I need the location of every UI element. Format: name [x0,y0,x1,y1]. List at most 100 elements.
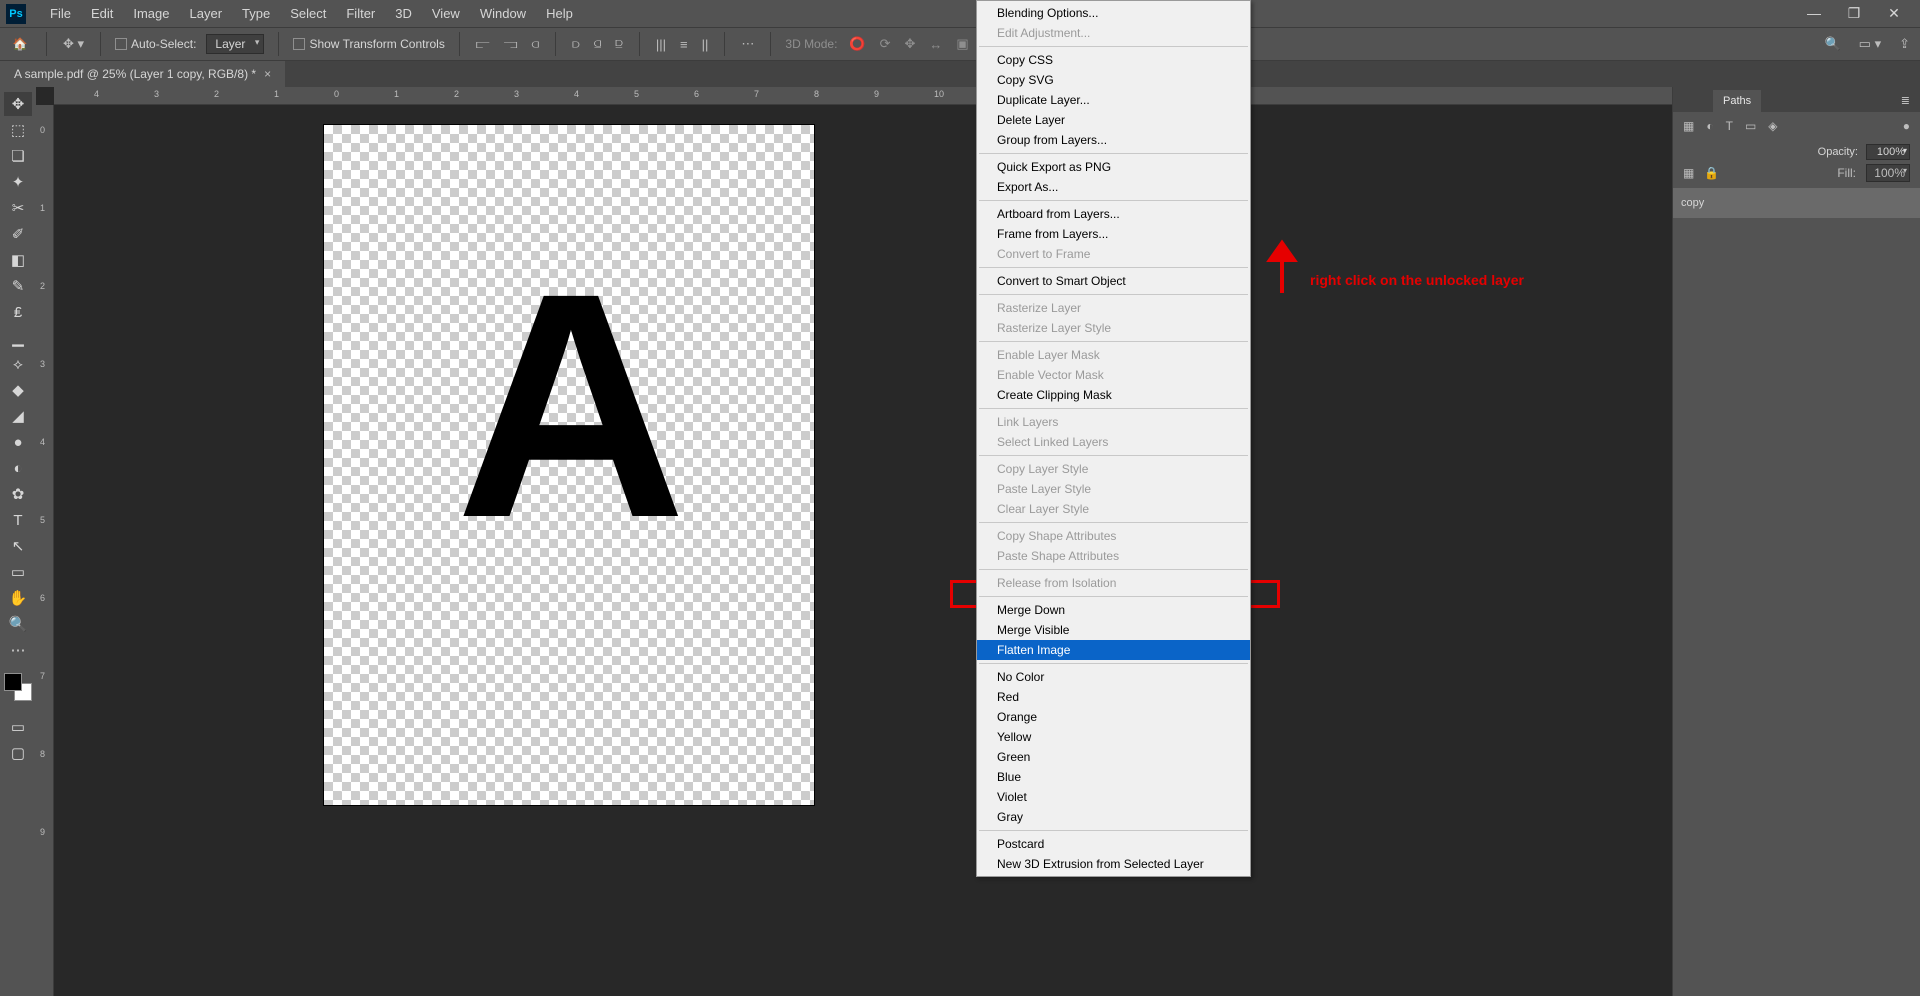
more-align-icon[interactable]: ⋯ [739,36,756,52]
tool-8[interactable]: ₤ [4,300,32,324]
close-tab-icon[interactable]: × [264,67,271,81]
ctx-flatten-image[interactable]: Flatten Image [977,640,1250,660]
align-vcenter-icon[interactable]: ⫑ [592,36,604,52]
ctx-artboard-from-layers[interactable]: Artboard from Layers... [977,204,1250,224]
distribute-h-icon[interactable]: ||| [654,37,668,52]
home-button[interactable]: 🏠 [8,32,32,56]
menu-filter[interactable]: Filter [336,0,385,27]
filter-adjust-icon[interactable]: ◐ [1706,119,1713,133]
align-top-icon[interactable]: ⫐ [570,36,582,52]
tool-21[interactable]: ⋯ [4,638,32,662]
tool-17[interactable]: ↖ [4,534,32,558]
ctx-red[interactable]: Red [977,687,1250,707]
tool-15[interactable]: ✿ [4,482,32,506]
ctx-postcard[interactable]: Postcard [977,834,1250,854]
tool-3[interactable]: ✦ [4,170,32,194]
tool-7[interactable]: ✎ [4,274,32,298]
tool-20[interactable]: 🔍 [4,612,32,636]
lock-transparent-icon[interactable]: ▦ [1683,166,1694,180]
ctx-copy-css[interactable]: Copy CSS [977,50,1250,70]
tool-13[interactable]: ● [4,430,32,454]
tool-16[interactable]: T [4,508,32,532]
ctx-yellow[interactable]: Yellow [977,727,1250,747]
tool-9[interactable]: ▁ [4,326,32,350]
tool-2[interactable]: ❏ [4,144,32,168]
maximize-button[interactable]: ❐ [1834,5,1874,22]
ctx-new-3d-extrusion-from-selected-layer[interactable]: New 3D Extrusion from Selected Layer [977,854,1250,874]
align-center-icon[interactable]: ⫎ [502,36,520,52]
search-icon[interactable]: 🔍 [1822,36,1842,52]
close-button[interactable]: ✕ [1874,5,1914,22]
screen-mode-0[interactable]: ▭ [4,715,32,739]
minimize-button[interactable]: — [1794,5,1834,22]
panel-tab-layers[interactable] [1673,102,1693,112]
menu-image[interactable]: Image [123,0,179,27]
ctx-create-clipping-mask[interactable]: Create Clipping Mask [977,385,1250,405]
ctx-violet[interactable]: Violet [977,787,1250,807]
menu-view[interactable]: View [422,0,470,27]
menu-3d[interactable]: 3D [385,0,422,27]
share-icon[interactable]: ⇪ [1897,36,1912,52]
ctx-green[interactable]: Green [977,747,1250,767]
show-transform-check[interactable]: Show Transform Controls [293,37,444,51]
tool-1[interactable]: ⬚ [4,118,32,142]
panel-tab-paths[interactable]: Paths [1713,90,1761,112]
ctx-copy-svg[interactable]: Copy SVG [977,70,1250,90]
opacity-value[interactable]: 100% [1866,144,1910,160]
tool-18[interactable]: ▭ [4,560,32,584]
menu-file[interactable]: File [40,0,81,27]
distribute-more-icon[interactable]: || [700,37,711,52]
screen-mode-1[interactable]: ▢ [4,741,32,765]
ctx-delete-layer[interactable]: Delete Layer [977,110,1250,130]
menu-type[interactable]: Type [232,0,280,27]
filter-pixel-icon[interactable]: ▦ [1683,119,1694,133]
lock-image-icon[interactable]: 🔒 [1704,166,1719,180]
ctx-blue[interactable]: Blue [977,767,1250,787]
menu-edit[interactable]: Edit [81,0,123,27]
move-tool-icon[interactable]: ✥ ▾ [61,36,86,52]
panel-tab-channels[interactable] [1693,102,1713,112]
workspace-dropdown-icon[interactable]: ▭ ▾ [1857,36,1883,52]
filter-type-icon[interactable]: T [1726,119,1733,133]
menu-layer[interactable]: Layer [180,0,233,27]
menu-help[interactable]: Help [536,0,583,27]
tool-11[interactable]: ◆ [4,378,32,402]
filter-toggle-icon[interactable]: ● [1903,119,1910,133]
tool-0[interactable]: ✥ [4,92,32,116]
align-right-icon[interactable]: ⫏ [530,36,542,52]
ctx-blending-options[interactable]: Blending Options... [977,3,1250,23]
tool-10[interactable]: ⟡ [4,352,32,376]
color-swatches[interactable] [4,673,32,701]
ctx-no-color[interactable]: No Color [977,667,1250,687]
fill-value[interactable]: 100% [1866,164,1910,182]
layer-row[interactable]: copy [1673,188,1920,218]
tool-6[interactable]: ◧ [4,248,32,272]
ctx-merge-down[interactable]: Merge Down [977,600,1250,620]
ctx-quick-export-as-png[interactable]: Quick Export as PNG [977,157,1250,177]
ctx-merge-visible[interactable]: Merge Visible [977,620,1250,640]
ctx-orange[interactable]: Orange [977,707,1250,727]
document-tab[interactable]: A sample.pdf @ 25% (Layer 1 copy, RGB/8)… [0,61,285,87]
auto-select-check[interactable]: Auto-Select: [115,37,196,51]
menu-window[interactable]: Window [470,0,536,27]
ctx-gray[interactable]: Gray [977,807,1250,827]
auto-select-target-dropdown[interactable]: Layer [206,34,264,54]
distribute-v-icon[interactable]: ≡ [678,37,690,52]
tool-4[interactable]: ✂ [4,196,32,220]
tool-14[interactable]: ◐ [4,456,32,480]
ctx-convert-to-smart-object[interactable]: Convert to Smart Object [977,271,1250,291]
align-bottom-icon[interactable]: ⫒ [613,36,625,52]
tool-12[interactable]: ◢ [4,404,32,428]
tool-19[interactable]: ✋ [4,586,32,610]
align-left-icon[interactable]: ⫍ [474,36,492,52]
ctx-duplicate-layer[interactable]: Duplicate Layer... [977,90,1250,110]
filter-shape-icon[interactable]: ▭ [1745,119,1756,133]
ctx-frame-from-layers[interactable]: Frame from Layers... [977,224,1250,244]
tool-5[interactable]: ✐ [4,222,32,246]
ctx-group-from-layers[interactable]: Group from Layers... [977,130,1250,150]
filter-smart-icon[interactable]: ◈ [1768,119,1777,133]
ctx-export-as[interactable]: Export As... [977,177,1250,197]
artboard[interactable]: A [324,125,814,805]
panel-flyout-icon[interactable]: ≣ [1891,89,1920,112]
menu-select[interactable]: Select [280,0,336,27]
